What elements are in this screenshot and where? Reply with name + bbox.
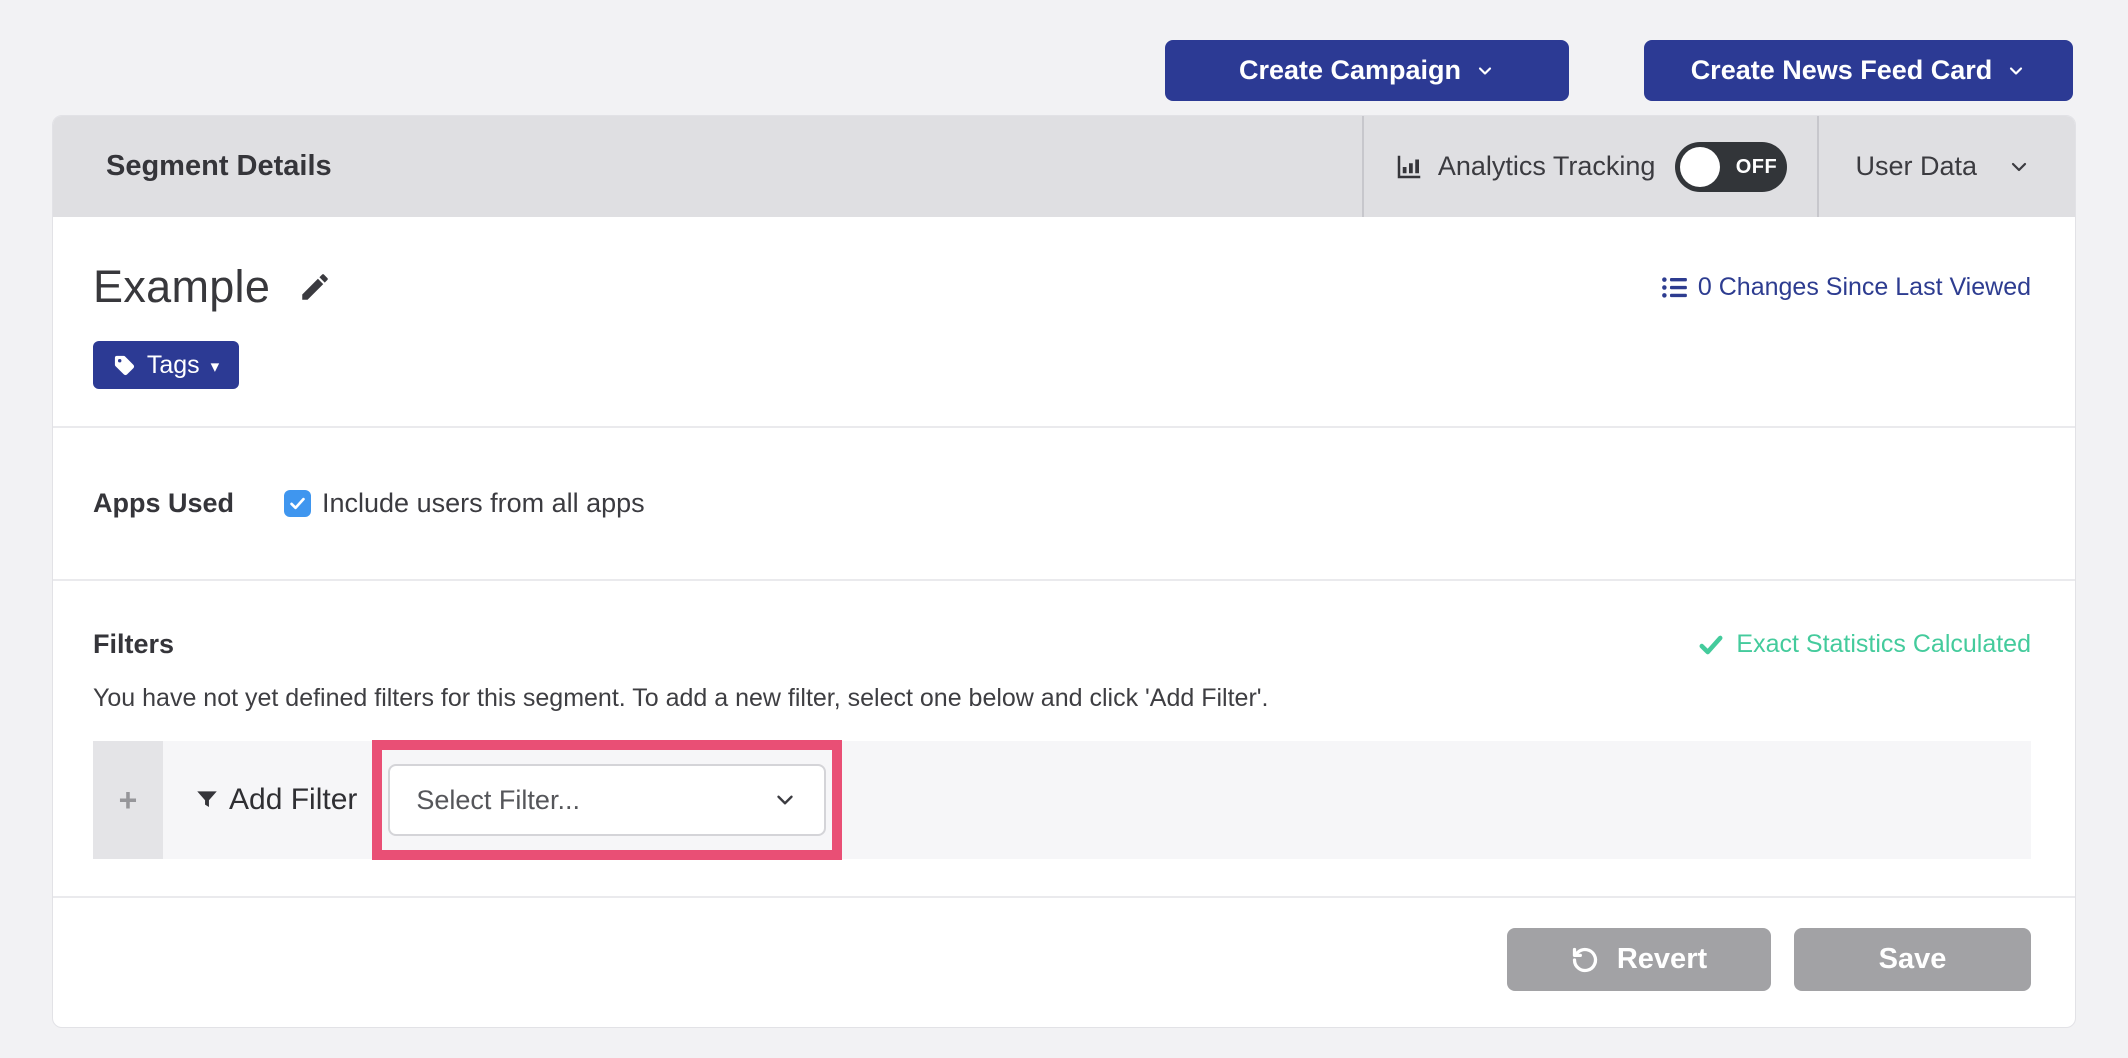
- apps-used-section: Apps Used Include users from all apps: [53, 428, 2075, 579]
- analytics-tracking-toggle[interactable]: OFF: [1675, 142, 1787, 192]
- include-all-apps-checkbox[interactable]: [284, 490, 311, 517]
- check-icon: [288, 494, 307, 513]
- create-news-feed-card-label: Create News Feed Card: [1691, 55, 1993, 86]
- filters-section: Filters Exact Statistics Calculated You …: [53, 581, 2075, 896]
- chevron-down-icon: [2006, 61, 2026, 81]
- list-icon: [1661, 274, 1688, 301]
- card-header: Segment Details Analytics Tracking OFF U…: [53, 116, 2075, 217]
- chevron-down-icon: [1475, 61, 1495, 81]
- header-divider: [1817, 116, 1819, 217]
- changes-link-label: 0 Changes Since Last Viewed: [1698, 273, 2031, 302]
- create-news-feed-card-button[interactable]: Create News Feed Card: [1644, 40, 2073, 101]
- filters-title: Filters: [93, 629, 174, 660]
- include-all-apps-label: Include users from all apps: [322, 488, 645, 519]
- select-filter-placeholder: Select Filter...: [416, 785, 580, 816]
- chevron-down-icon: [772, 787, 798, 813]
- add-filter-plus-button[interactable]: +: [93, 741, 163, 859]
- toggle-state-label: OFF: [1729, 142, 1783, 192]
- segment-name-section: Example 0 Changes Since Last Viewed Tags…: [53, 217, 2075, 426]
- segment-name: Example: [93, 261, 270, 313]
- revert-button-label: Revert: [1617, 943, 1707, 976]
- toggle-knob: [1680, 147, 1720, 187]
- tags-button[interactable]: Tags ▾: [93, 341, 239, 389]
- changes-since-last-viewed-link[interactable]: 0 Changes Since Last Viewed: [1661, 273, 2031, 302]
- select-filter-highlight-box: Select Filter...: [372, 740, 842, 860]
- tag-icon: [113, 354, 136, 377]
- select-filter-dropdown[interactable]: Select Filter...: [388, 764, 826, 836]
- create-campaign-button[interactable]: Create Campaign: [1165, 40, 1569, 101]
- save-button-label: Save: [1879, 943, 1947, 976]
- user-data-label: User Data: [1855, 151, 1977, 182]
- add-filter-label: Add Filter: [229, 783, 357, 817]
- apps-used-label: Apps Used: [93, 488, 284, 519]
- page-title: Segment Details: [106, 150, 1362, 183]
- analytics-tracking-label: Analytics Tracking: [1438, 151, 1656, 182]
- add-filter-row: + Add Filter Select Filter...: [93, 741, 2031, 859]
- add-filter-label-group: Add Filter: [194, 783, 357, 817]
- exact-statistics-status: Exact Statistics Calculated: [1698, 630, 2031, 659]
- header-divider: [1362, 116, 1364, 217]
- undo-icon: [1571, 946, 1599, 974]
- caret-down-icon: ▾: [211, 355, 220, 375]
- segment-name-row: Example 0 Changes Since Last Viewed: [93, 261, 2031, 313]
- analytics-tracking-group: Analytics Tracking OFF: [1394, 142, 1788, 192]
- save-button[interactable]: Save: [1794, 928, 2031, 991]
- footer-actions: Revert Save: [53, 898, 2075, 1028]
- filters-empty-message: You have not yet defined filters for thi…: [93, 684, 2031, 713]
- revert-button[interactable]: Revert: [1507, 928, 1771, 991]
- edit-name-button[interactable]: [298, 270, 332, 304]
- check-icon: [1698, 632, 1724, 658]
- bar-chart-icon: [1394, 152, 1424, 182]
- chevron-down-icon: [2007, 155, 2031, 179]
- plus-icon: +: [119, 782, 138, 819]
- filters-header-row: Filters Exact Statistics Calculated: [93, 629, 2031, 660]
- create-campaign-label: Create Campaign: [1239, 55, 1461, 86]
- pencil-icon: [298, 270, 332, 304]
- segment-details-page: Create Campaign Create News Feed Card Se…: [0, 0, 2128, 1058]
- exact-statistics-label: Exact Statistics Calculated: [1736, 630, 2031, 659]
- segment-details-card: Segment Details Analytics Tracking OFF U…: [52, 115, 2076, 1028]
- tags-button-label: Tags: [147, 351, 200, 380]
- filter-funnel-icon: [194, 787, 220, 813]
- user-data-dropdown[interactable]: User Data: [1855, 151, 2031, 182]
- top-action-bar: Create Campaign Create News Feed Card: [1165, 40, 2073, 101]
